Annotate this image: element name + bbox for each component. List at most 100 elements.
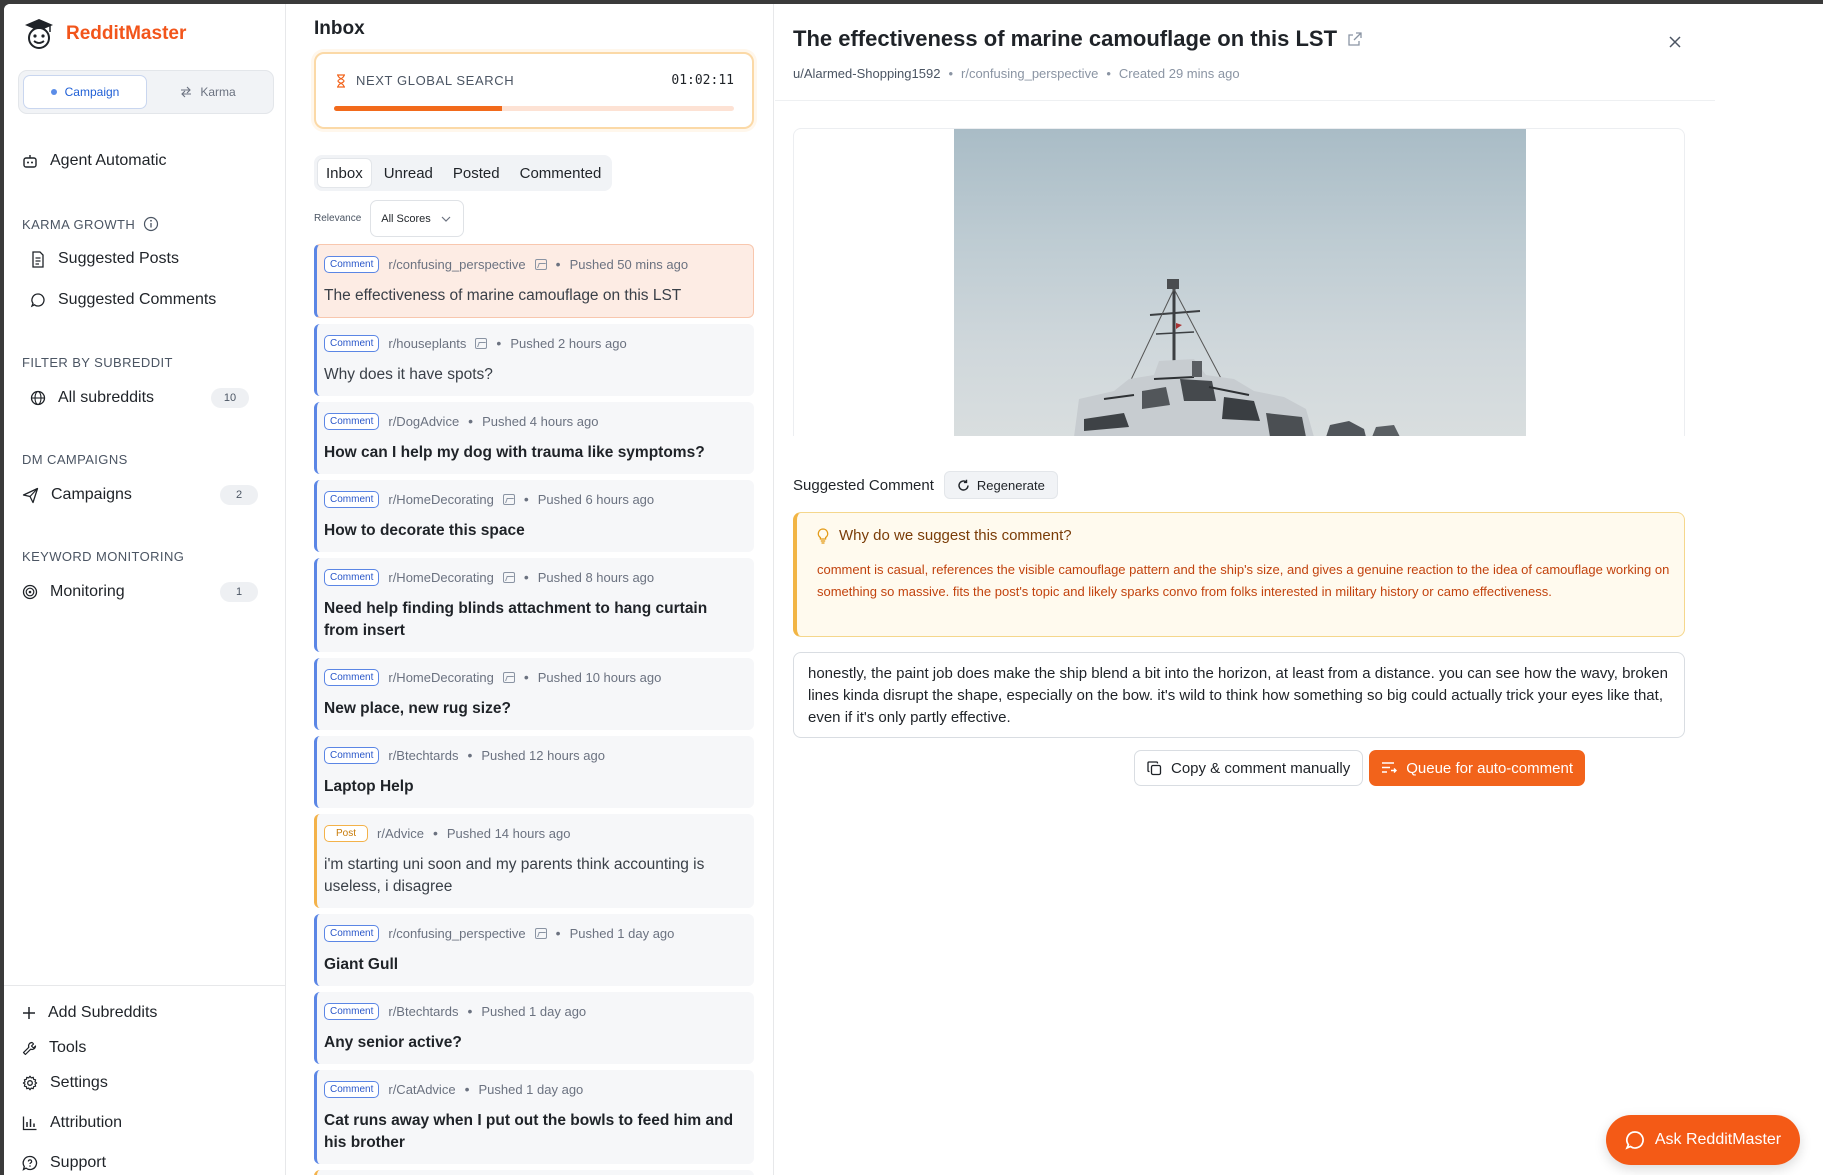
- sidebar-item-monitoring[interactable]: Monitoring: [22, 583, 125, 601]
- why-title: Why do we suggest this comment?: [839, 527, 1072, 544]
- queue-auto-comment-button[interactable]: Queue for auto-comment: [1369, 750, 1585, 786]
- list-item[interactable]: Postr/CatAdvice•Pushed 1 day ago: [314, 1170, 754, 1175]
- sidebar-item-label: Suggested Posts: [58, 250, 179, 267]
- info-icon[interactable]: [143, 216, 159, 232]
- sidebar-item-all-subreddits[interactable]: All subreddits: [30, 389, 154, 407]
- list-item[interactable]: Comment r/CatAdvice • Pushed 1 day ago Cat r…: [314, 1070, 754, 1164]
- list-item-meta: Comment r/HomeDecorating • Pushed 10 hours …: [324, 668, 744, 686]
- target-icon: [22, 584, 38, 600]
- list-item-meta: Comment r/Btechtards • Pushed 12 hours ago: [324, 746, 744, 764]
- list-item-meta: Comment r/Btechtards • Pushed 1 day ago: [324, 1002, 744, 1020]
- next-search-timer: 01:02:11: [671, 73, 734, 88]
- chat-icon: [1625, 1130, 1645, 1150]
- why-text: comment is casual, references the visibl…: [817, 562, 1670, 599]
- next-search-label-row: NEXT GLOBAL SEARCH: [336, 73, 514, 88]
- list-item[interactable]: Post r/Advice • Pushed 14 hours ago i'm star…: [314, 814, 754, 908]
- section-karma-growth: KARMA GROWTH: [22, 216, 159, 232]
- detail-panel: The effectiveness of marine camouflage o…: [775, 4, 1823, 1175]
- list-item[interactable]: Comment r/confusing_perspective • Pushed 1 …: [314, 914, 754, 986]
- type-badge: Comment: [324, 1002, 380, 1020]
- tab-commented[interactable]: Commented: [512, 158, 610, 188]
- list-item-title: How to decorate this space: [324, 522, 525, 539]
- post-author[interactable]: u/Alarmed-Shopping1592: [793, 66, 940, 81]
- relevance-select[interactable]: All Scores: [370, 200, 465, 237]
- list-item[interactable]: Comment r/HomeDecorating • Pushed 6 hours a…: [314, 480, 754, 552]
- document-icon: [30, 250, 46, 268]
- image-icon: [502, 671, 515, 683]
- tab-posted[interactable]: Posted: [445, 158, 508, 188]
- brand[interactable]: RedditMaster: [24, 18, 186, 50]
- post-subreddit[interactable]: r/confusing_perspective: [961, 66, 1098, 81]
- list-item-subreddit: r/DogAdvice: [388, 413, 460, 429]
- list-item-meta: Comment r/HomeDecorating • Pushed 8 hours a…: [324, 568, 744, 586]
- tab-unread[interactable]: Unread: [376, 158, 441, 188]
- sidebar-item-campaigns[interactable]: Campaigns: [22, 486, 132, 504]
- ask-redditmaster-button[interactable]: Ask RedditMaster: [1606, 1115, 1800, 1165]
- list-item-subreddit: r/confusing_perspective: [388, 925, 526, 941]
- list-item-subreddit: r/HomeDecorating: [388, 569, 494, 585]
- sidebar-item-agent-automatic[interactable]: Agent Automatic: [22, 152, 167, 170]
- separator-dot: •: [523, 669, 529, 685]
- list-item-subreddit: r/CatAdvice: [388, 1081, 456, 1097]
- separator-dot: •: [523, 569, 529, 585]
- type-badge: Comment: [324, 412, 380, 430]
- count-badge: 1: [220, 582, 258, 602]
- list-item-subreddit: r/Advice: [377, 825, 424, 841]
- close-icon: [1668, 35, 1682, 49]
- list-item-subreddit: r/HomeDecorating: [388, 669, 494, 685]
- logo-icon: [24, 18, 54, 50]
- queue-list-icon: [1381, 761, 1398, 775]
- robot-icon: [22, 153, 38, 169]
- list-item-title: Laptop Help: [324, 778, 414, 795]
- separator-dot: •: [948, 66, 953, 81]
- section-label: DM CAMPAIGNS: [22, 452, 128, 467]
- gear-icon: [22, 1075, 38, 1091]
- list-item[interactable]: Comment r/Btechtards • Pushed 12 hours ago L…: [314, 736, 754, 808]
- relevance-label: Relevance: [314, 213, 362, 224]
- post-image[interactable]: [954, 129, 1526, 436]
- sidebar-item-attribution[interactable]: Attribution: [22, 1114, 122, 1132]
- separator-dot: •: [467, 1003, 473, 1019]
- copy-icon: [1147, 760, 1162, 776]
- plus-icon: [22, 1006, 36, 1020]
- list-item-pushed-time: Pushed 1 day ago: [478, 1081, 584, 1097]
- copy-comment-button[interactable]: Copy & comment manually: [1133, 750, 1364, 786]
- image-icon: [475, 337, 488, 349]
- support-icon: [22, 1155, 38, 1171]
- sidebar-item-tools[interactable]: Tools: [22, 1039, 86, 1057]
- regenerate-button[interactable]: Regenerate: [943, 471, 1058, 499]
- comment-actions: Copy & comment manually Queue for auto-c…: [1133, 750, 1585, 786]
- campaign-mode-button[interactable]: Campaign: [23, 75, 147, 109]
- sidebar-item-suggested-posts[interactable]: Suggested Posts: [30, 250, 179, 268]
- list-item-subreddit: r/HomeDecorating: [388, 491, 494, 507]
- list-item-meta: Comment r/CatAdvice • Pushed 1 day ago: [324, 1080, 744, 1098]
- list-item[interactable]: Comment r/HomeDecorating • Pushed 8 hours a…: [314, 558, 754, 652]
- karma-mode-button[interactable]: Karma: [147, 75, 269, 109]
- sidebar-item-label: All subreddits: [58, 389, 155, 406]
- sidebar: RedditMaster Campaign Karma Agent Automa…: [4, 4, 286, 1175]
- separator-dot: •: [555, 256, 561, 272]
- type-badge: Comment: [324, 490, 380, 508]
- list-item[interactable]: Comment r/houseplants • Pushed 2 hours ago W…: [314, 324, 754, 396]
- campaign-mode-label: Campaign: [64, 85, 120, 99]
- list-item-pushed-time: Pushed 10 hours ago: [537, 669, 662, 685]
- list-item[interactable]: Comment r/confusing_perspective • Pushed 50…: [314, 244, 754, 318]
- list-item-meta: Post r/Advice • Pushed 14 hours ago: [324, 824, 744, 842]
- list-item[interactable]: Comment r/DogAdvice • Pushed 4 hours ago How…: [314, 402, 754, 474]
- tab-inbox[interactable]: Inbox: [317, 158, 372, 188]
- sidebar-item-add-subreddits[interactable]: Add Subreddits: [22, 1004, 157, 1022]
- swap-icon: [180, 86, 192, 98]
- close-button[interactable]: [1663, 30, 1687, 54]
- sidebar-item-suggested-comments[interactable]: Suggested Comments: [30, 291, 216, 309]
- lightbulb-icon: [817, 527, 829, 544]
- external-link-icon[interactable]: [1347, 31, 1363, 47]
- why-suggest-box: Why do we suggest this comment? comment …: [793, 512, 1685, 637]
- comment-textarea[interactable]: honestly, the paint job does make the sh…: [793, 652, 1685, 738]
- sidebar-item-settings[interactable]: Settings: [22, 1074, 108, 1092]
- list-item[interactable]: Comment r/HomeDecorating • Pushed 10 hours …: [314, 658, 754, 730]
- list-item[interactable]: Comment r/Btechtards • Pushed 1 day ago Any …: [314, 992, 754, 1064]
- sidebar-item-support[interactable]: Support: [22, 1154, 106, 1172]
- section-label: KARMA GROWTH: [22, 216, 136, 232]
- chevron-down-icon: [441, 216, 451, 222]
- list-item-title: Cat runs away when I put out the bowls t…: [324, 1112, 734, 1151]
